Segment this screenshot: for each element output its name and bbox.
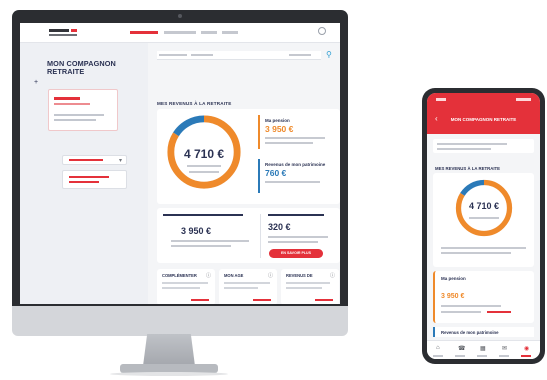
phone-header-title: MON COMPAGNON RETRAITE (450, 117, 517, 122)
phone-stat-title: Ma pension (441, 276, 466, 281)
mobile-phone: ‹ MON COMPAGNON RETRAITE MES REVENUS À L… (422, 88, 545, 364)
info-icon: ⓘ (205, 273, 211, 279)
monitor-chin (12, 306, 348, 336)
mini-card-title: MON AGE (224, 273, 244, 278)
home-icon[interactable]: ⌂ (436, 345, 440, 351)
phone-total-amount: 4 710 € (468, 201, 500, 211)
monitor-camera (178, 14, 182, 18)
monitor-stand-neck (143, 334, 195, 366)
income-summary-panel: 4 710 € Ma pension 3 950 € Revenus de mo… (157, 109, 340, 204)
phone-stat-patrimoine[interactable]: Revenus de mon patrimoine (433, 327, 534, 337)
mini-card-3[interactable]: REVENUS DE ⓘ (281, 269, 339, 304)
phone-icon[interactable]: ☎ (458, 345, 465, 352)
phone-tab-bar: ⌂ ☎ ▦ ✉ ◉ (427, 340, 540, 359)
lower-left-amount: 3 950 € (181, 226, 212, 236)
stat-amount: 3 950 € (265, 124, 294, 134)
stat-title: Revenus de mon patrimoine (265, 162, 326, 167)
add-icon[interactable]: + (34, 79, 38, 86)
stat-amount: 760 € (265, 168, 287, 178)
nav-link-retraite[interactable] (130, 31, 158, 34)
stat-patrimoine: Revenus de mon patrimoine 760 € (258, 159, 338, 193)
mini-card-title: COMPLÉMENTER (162, 273, 197, 278)
top-navigation (20, 23, 340, 43)
stat-pension: Ma pension 3 950 € (258, 115, 338, 149)
section-title: MES REVENUS À LA RETRAITE (157, 101, 232, 106)
nav-link-4[interactable] (222, 31, 238, 34)
nav-link-2[interactable] (164, 31, 196, 34)
phone-summary-panel: 4 710 € (433, 173, 534, 267)
status-bar (436, 98, 531, 102)
phone-stat-amount: 3 950 € (441, 293, 465, 300)
chevron-down-icon: ▾ (118, 158, 122, 164)
mini-card-2[interactable]: MON AGE ⓘ (219, 269, 277, 304)
projection-panel: 3 950 € 320 € EN SAVOIR PLUS (157, 208, 340, 263)
info-icon: ⓘ (267, 273, 273, 279)
main-content: ⚲ MES REVENUS À LA RETRAITE 4 710 € Ma p… (148, 43, 340, 304)
mini-card-1[interactable]: COMPLÉMENTER ⓘ (157, 269, 215, 304)
brand-logo[interactable] (49, 29, 79, 37)
phone-stat-title: Revenus de mon patrimoine (441, 330, 499, 335)
lower-right-amount: 320 € (268, 222, 291, 232)
mini-card-title: REVENUS DE (286, 273, 313, 278)
message-icon[interactable]: ✉ (502, 345, 507, 352)
phone-header: ‹ MON COMPAGNON RETRAITE (427, 93, 540, 134)
documents-icon[interactable]: ▦ (480, 345, 486, 352)
profile-card[interactable] (48, 89, 118, 131)
info-icon: ⓘ (329, 273, 335, 279)
learn-more-button[interactable]: EN SAVOIR PLUS (269, 249, 323, 258)
sidebar: MON COMPAGNON RETRAITE + ▾ (20, 43, 148, 304)
profile-icon[interactable]: ◉ (524, 345, 529, 352)
phone-info-card[interactable] (433, 139, 534, 153)
total-amount: 4 710 € (183, 147, 225, 161)
stat-title: Ma pension (265, 118, 290, 123)
search-input[interactable] (157, 51, 321, 60)
user-icon[interactable] (318, 27, 326, 35)
phone-stat-pension[interactable]: Ma pension 3 950 € (433, 271, 534, 323)
desktop-monitor: MON COMPAGNON RETRAITE + ▾ ⚲ MES REVENUS… (12, 10, 348, 336)
search-icon[interactable]: ⚲ (326, 50, 332, 59)
sidebar-title: MON COMPAGNON RETRAITE (47, 59, 116, 76)
nav-link-3[interactable] (201, 31, 217, 34)
sidebar-link-box[interactable] (62, 170, 127, 189)
sidebar-select[interactable]: ▾ (62, 155, 127, 165)
phone-screen: ‹ MON COMPAGNON RETRAITE MES REVENUS À L… (427, 93, 540, 359)
monitor-shadow (110, 372, 228, 376)
phone-section-title: MES REVENUS À LA RETRAITE (435, 166, 501, 171)
desktop-screen: MON COMPAGNON RETRAITE + ▾ ⚲ MES REVENUS… (20, 23, 340, 304)
